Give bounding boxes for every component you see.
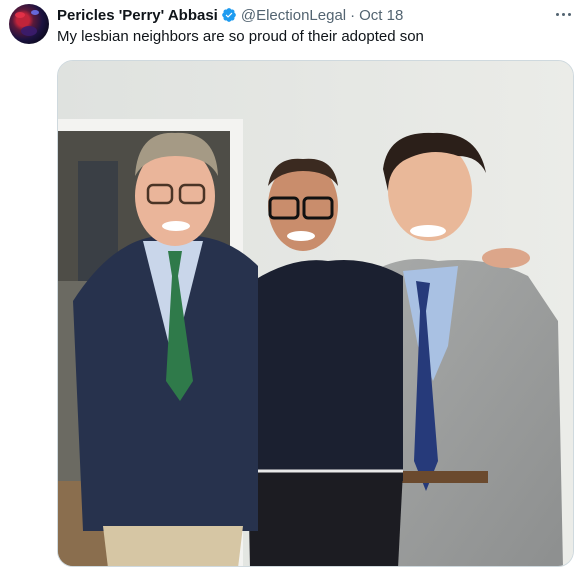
tweet-photo[interactable] (57, 60, 574, 567)
author-avatar[interactable] (9, 4, 49, 44)
author-handle[interactable]: @ElectionLegal (241, 7, 346, 24)
tweet-header: Pericles 'Perry' Abbasi @ElectionLegal ·… (57, 5, 403, 25)
post-timestamp[interactable]: Oct 18 (359, 7, 403, 24)
tweet-text: My lesbian neighbors are so proud of the… (57, 28, 424, 45)
author-name[interactable]: Pericles 'Perry' Abbasi (57, 7, 218, 24)
photo-illustration (58, 61, 573, 566)
tweet[interactable]: Pericles 'Perry' Abbasi @ElectionLegal ·… (0, 0, 581, 578)
more-options-icon[interactable] (553, 6, 573, 22)
separator-dot: · (350, 6, 356, 24)
verified-badge-icon (221, 7, 237, 23)
